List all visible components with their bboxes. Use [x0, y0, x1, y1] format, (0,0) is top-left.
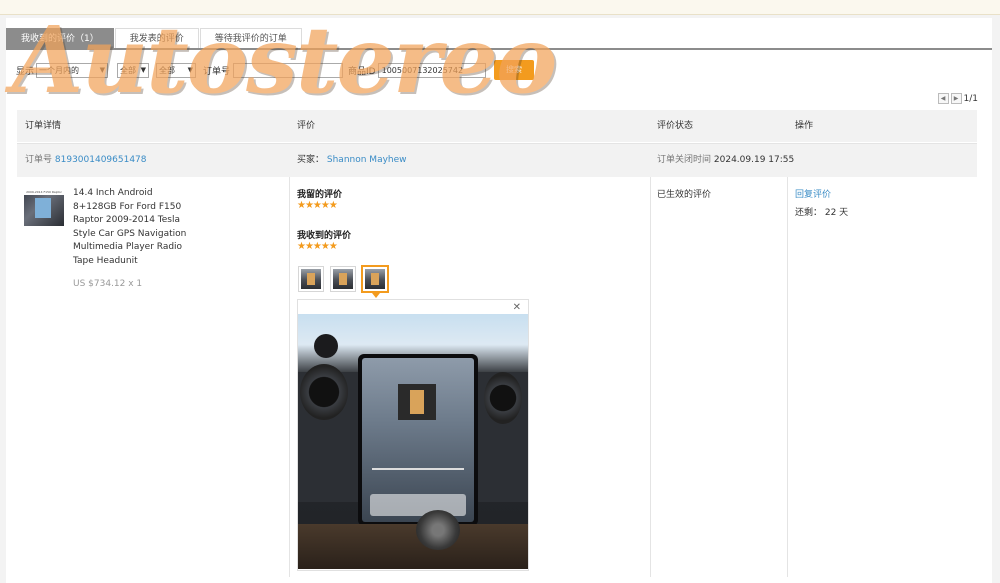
review-photo-thumb[interactable]	[330, 266, 356, 292]
review-photo-thumb[interactable]	[298, 266, 324, 292]
col-order-details: 订单详情	[25, 121, 62, 131]
col-actions: 操作	[795, 121, 814, 131]
buyer-info: 买家： Shannon Mayhew	[297, 144, 407, 177]
product-id-label: 商品ID	[348, 66, 376, 77]
period-select-value: 一个月内的	[39, 65, 80, 75]
chevron-down-icon: ▼	[99, 65, 106, 74]
headunit-shape	[358, 354, 478, 526]
my-review-stars: ★★★★★	[297, 200, 338, 211]
filter-select-2[interactable]: 全部 ▼	[117, 62, 150, 78]
search-button[interactable]: 搜索	[494, 60, 534, 80]
headunit-screen	[362, 358, 474, 522]
tab-underline	[6, 48, 992, 50]
product-id-input[interactable]: 1005007132025742	[377, 62, 486, 78]
show-label: 显示	[16, 66, 35, 77]
pager: ◀ ▶ 1/1	[937, 93, 978, 104]
prev-page-icon[interactable]: ◀	[937, 93, 949, 104]
closed-label: 订单关闭时间	[657, 155, 712, 165]
console-shape	[298, 524, 528, 569]
my-review-label: 我留的评价	[297, 190, 343, 200]
shifter-shape	[416, 510, 460, 550]
filter-select-3[interactable]: 全部 ▼	[156, 62, 197, 78]
album-art	[398, 384, 436, 420]
thumbnail-caption: 2009-2014 F150 Raptor	[24, 190, 64, 195]
selected-photo-caret	[372, 293, 380, 298]
received-review-stars: ★★★★★	[297, 241, 338, 252]
thumbnail-screen	[35, 198, 51, 218]
photo-preview-image	[298, 314, 528, 569]
table-header: 订单详情 评价 评价状态 操作	[17, 110, 977, 142]
order-number-input[interactable]	[233, 62, 344, 78]
order-number-label: 订单号	[203, 66, 231, 77]
tab-my-reviews[interactable]: 我发表的评价	[114, 28, 199, 48]
page-indicator: 1/1	[963, 93, 978, 104]
product-name[interactable]: 14.4 Inch Android 8+128GB For Ford F150 …	[73, 187, 193, 268]
review-photo-image	[301, 269, 321, 289]
progress-line	[372, 468, 464, 470]
column-divider	[650, 177, 651, 577]
buyer-name-link[interactable]: Shannon Mayhew	[327, 155, 407, 165]
filter-bar: 显示 一个月内的 ▼ 全部 ▼ 全部 ▼ 订单号 商品ID 1005007132025…	[16, 62, 486, 78]
col-review: 评价	[297, 121, 316, 131]
reply-review-link[interactable]: 回复评价	[795, 187, 831, 200]
tab-bar: 我收到的评价（1） 我发表的评价 等待我评价的订单	[6, 28, 303, 48]
filter-select-2-value: 全部	[120, 65, 137, 75]
column-divider	[787, 177, 788, 577]
next-page-icon[interactable]: ▶	[950, 93, 962, 104]
review-photo-image	[365, 269, 385, 289]
filter-select-3-value: 全部	[159, 65, 176, 75]
vent-shape	[300, 364, 348, 420]
dock-shape	[370, 494, 466, 516]
column-divider	[289, 177, 290, 577]
phone-mount-shape	[314, 334, 338, 358]
remaining-days: 还剩： 22 天	[795, 208, 849, 218]
close-icon[interactable]: ✕	[513, 302, 521, 313]
review-status: 已生效的评价	[657, 190, 712, 200]
order-detail-row: 2009-2014 F150 Raptor 14.4 Inch Android …	[17, 177, 977, 577]
review-photo-thumb-selected[interactable]	[361, 265, 389, 293]
buyer-label: 买家：	[297, 155, 325, 165]
received-review-label: 我收到的评价	[297, 231, 352, 241]
chevron-down-icon: ▼	[140, 65, 147, 74]
col-review-status: 评价状态	[657, 121, 694, 131]
tab-received-reviews[interactable]: 我收到的评价（1）	[6, 28, 114, 48]
order-summary-row: 订单号 8193001409651478 买家： Shannon Mayhew …	[17, 143, 977, 177]
product-thumbnail[interactable]: 2009-2014 F150 Raptor	[24, 190, 64, 226]
chevron-down-icon: ▼	[187, 65, 194, 74]
top-notice-bar	[0, 0, 1000, 15]
order-closed-info: 订单关闭时间 2024.09.19 17:55	[657, 144, 794, 177]
order-id-link[interactable]: 8193001409651478	[55, 155, 147, 165]
order-id: 订单号 8193001409651478	[25, 144, 147, 177]
product-price: US $734.12 x 1	[73, 279, 143, 289]
tab-pending-reviews[interactable]: 等待我评价的订单	[199, 28, 302, 48]
review-photo-image	[333, 269, 353, 289]
closed-time: 2024.09.19 17:55	[713, 155, 795, 165]
order-id-label: 订单号	[25, 155, 53, 165]
vent-shape	[484, 372, 522, 424]
photo-preview-popup: ✕	[297, 299, 529, 571]
period-select[interactable]: 一个月内的 ▼	[36, 62, 109, 78]
